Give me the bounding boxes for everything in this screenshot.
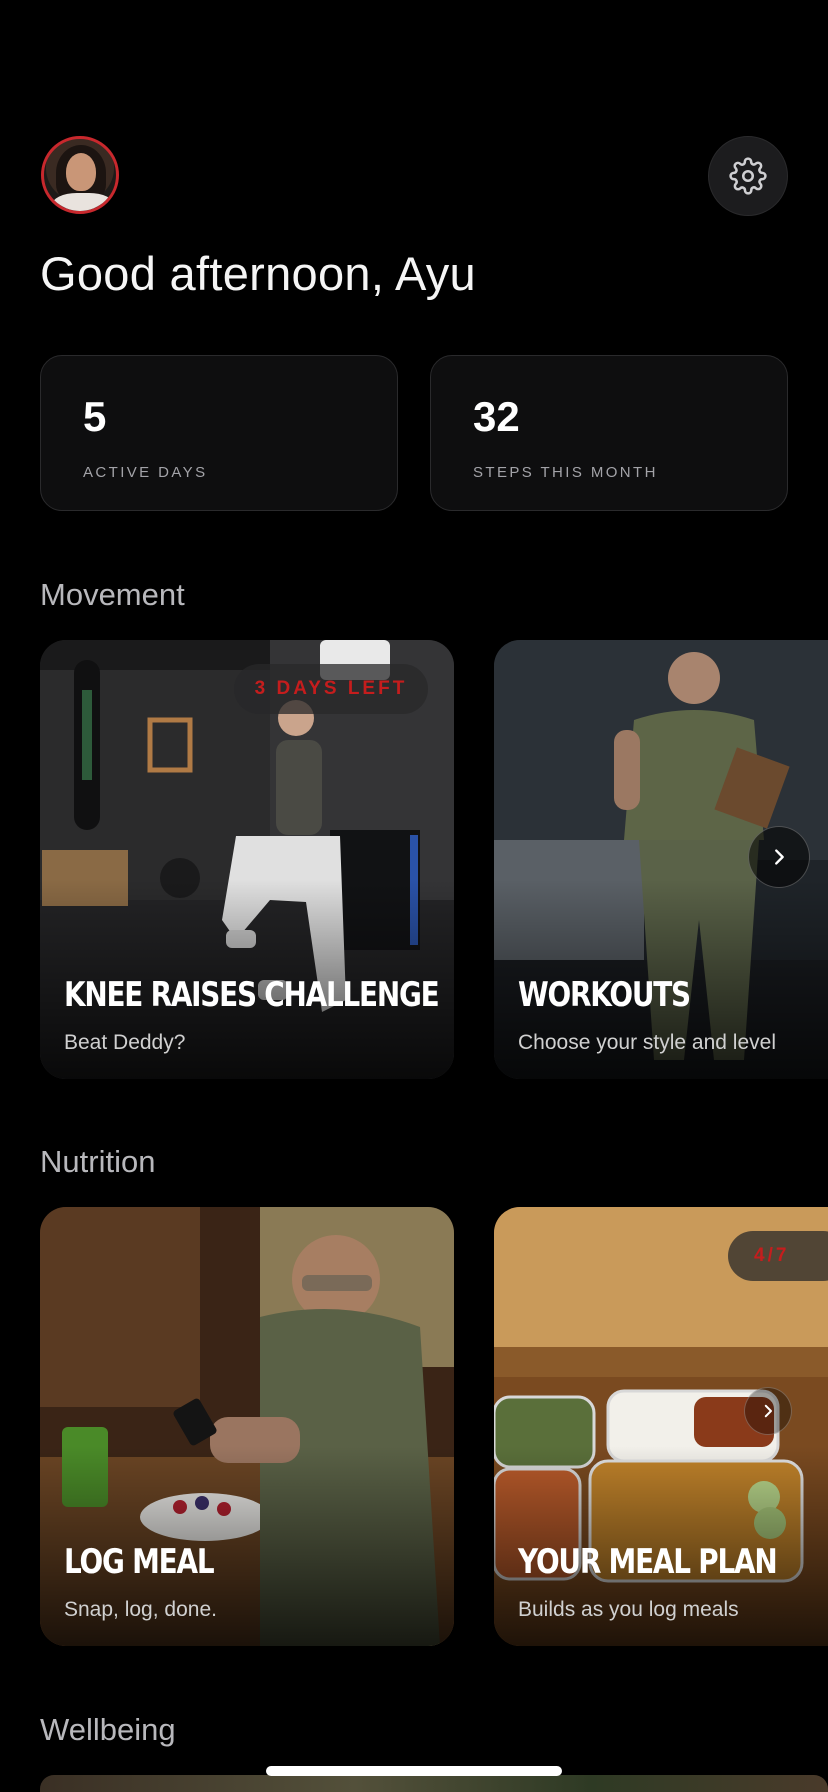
card-knee-raises-challenge[interactable]: 3 DAYS LEFT KNEE RAISES CHALLENGE Beat D… (40, 640, 454, 1079)
days-left-badge: 3 DAYS LEFT (234, 664, 428, 714)
card-title: KNEE RAISES CHALLENGE (64, 975, 440, 1015)
card-title: WORKOUTS (518, 975, 691, 1015)
carousel-next-button[interactable] (748, 826, 810, 888)
card-subtitle: Builds as you log meals (518, 1598, 739, 1621)
avatar[interactable] (41, 136, 119, 214)
card-subtitle: Snap, log, done. (64, 1598, 217, 1621)
stat-label: STEPS THIS MONTH (473, 464, 658, 481)
stat-label: ACTIVE DAYS (83, 464, 208, 481)
wellbeing-card-peek[interactable] (40, 1775, 828, 1792)
avatar-face (66, 153, 96, 191)
avatar-shirt (52, 193, 114, 211)
stat-value: 5 (83, 393, 107, 440)
card-subtitle: Choose your style and level (518, 1031, 776, 1054)
home-indicator[interactable] (266, 1766, 562, 1776)
stat-card-active-days[interactable]: 5 ACTIVE DAYS (40, 355, 398, 511)
card-subtitle: Beat Deddy? (64, 1031, 186, 1054)
gear-icon (729, 157, 767, 195)
chevron-right-icon (764, 1404, 772, 1418)
greeting-title: Good afternoon, Ayu (40, 247, 476, 300)
settings-button[interactable] (708, 136, 788, 216)
carousel-next-button[interactable] (744, 1387, 792, 1435)
card-meal-plan[interactable]: 4/7 YOUR MEAL PLAN Builds as you log mea… (494, 1207, 828, 1646)
card-workouts[interactable]: WORKOUTS Choose your style and level (494, 640, 828, 1079)
section-title-nutrition: Nutrition (40, 1144, 156, 1179)
stat-value: 32 (473, 393, 520, 440)
section-title-movement: Movement (40, 577, 185, 612)
section-title-wellbeing: Wellbeing (40, 1712, 176, 1747)
chevron-right-icon (775, 849, 784, 865)
card-log-meal[interactable]: LOG MEAL Snap, log, done. (40, 1207, 454, 1646)
card-title: YOUR MEAL PLAN (518, 1542, 778, 1582)
card-title: LOG MEAL (64, 1542, 215, 1582)
meal-progress-badge: 4/7 (728, 1231, 828, 1281)
stat-card-steps[interactable]: 32 STEPS THIS MONTH (430, 355, 788, 511)
